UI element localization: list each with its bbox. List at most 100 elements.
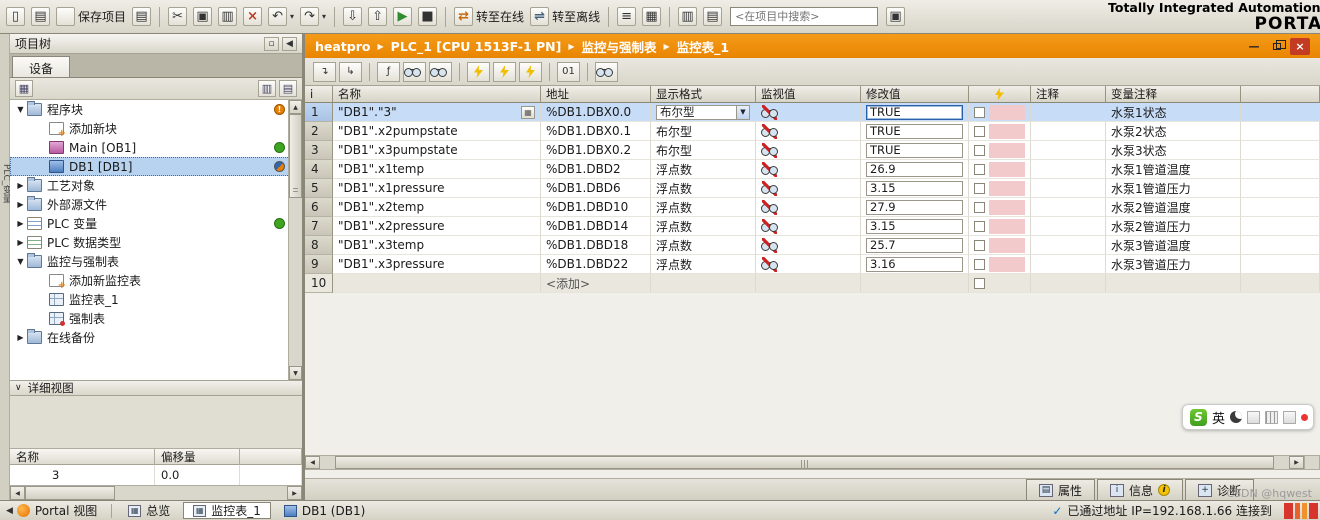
details-view-header[interactable]: ∨ 详细视图 bbox=[10, 380, 302, 396]
start-cpu-button[interactable]: ▶ bbox=[391, 6, 414, 27]
close-button[interactable]: × bbox=[1290, 37, 1310, 55]
comment-cell[interactable] bbox=[1031, 217, 1106, 236]
tree-item-db1[interactable]: DB1 [DB1] bbox=[10, 157, 302, 176]
go-online-button[interactable]: ⇄ 转至在线 bbox=[452, 6, 526, 27]
modify-cell[interactable]: 3.15 bbox=[861, 217, 969, 236]
modify-value-input[interactable]: 3.16 bbox=[866, 256, 963, 272]
format-cell[interactable]: 布尔型 ▼ bbox=[651, 103, 756, 122]
details-hscrollbar[interactable]: ◀ ▶ bbox=[10, 485, 302, 500]
format-cell[interactable]: 浮点数 bbox=[651, 217, 756, 236]
modify-selected-icon[interactable] bbox=[467, 61, 490, 82]
format-cell[interactable]: 布尔型 bbox=[651, 122, 756, 141]
details-col-offset[interactable]: 偏移量 bbox=[155, 449, 240, 465]
col-name[interactable]: 名称 bbox=[333, 86, 541, 103]
modify-value-input[interactable]: 3.15 bbox=[866, 218, 963, 234]
modify-value-input[interactable]: 26.9 bbox=[866, 161, 963, 177]
modify-with-trigger-icon[interactable] bbox=[519, 61, 542, 82]
address-cell[interactable]: %DB1.DBX0.1 bbox=[541, 122, 651, 141]
monitor-cell[interactable] bbox=[756, 255, 861, 274]
modify-trigger-cell[interactable] bbox=[969, 217, 1031, 236]
modify-checkbox[interactable] bbox=[974, 106, 985, 118]
monitor-cell[interactable] bbox=[756, 103, 861, 122]
modify-cell[interactable]: TRUE bbox=[861, 122, 969, 141]
format-dropdown[interactable]: 布尔型 ▼ bbox=[656, 104, 750, 120]
save-project-button[interactable]: 保存项目 bbox=[54, 6, 128, 27]
tree-item-watch-force-tables[interactable]: ▼ 监控与强制表 bbox=[10, 252, 302, 271]
modify-trigger-cell[interactable] bbox=[969, 103, 1031, 122]
tree-item-main-ob1[interactable]: Main [OB1] bbox=[10, 138, 302, 157]
expander-icon[interactable]: ▶ bbox=[14, 333, 27, 342]
statusbar-tab-overview[interactable]: ▦ 总览 bbox=[118, 502, 180, 519]
expander-icon[interactable]: ▶ bbox=[14, 219, 27, 228]
modify-trigger-cell[interactable] bbox=[969, 198, 1031, 217]
name-cell[interactable]: "DB1".x1temp bbox=[333, 160, 541, 179]
sogou-logo-icon[interactable]: S bbox=[1190, 408, 1207, 426]
tag-comment-cell[interactable]: 水泵1管道温度 bbox=[1106, 160, 1241, 179]
name-cell[interactable]: "DB1".x3temp bbox=[333, 236, 541, 255]
modify-cell[interactable] bbox=[861, 274, 969, 293]
stop-cpu-button[interactable]: ■ bbox=[416, 6, 439, 27]
details-view-icon[interactable]: ▥ bbox=[258, 80, 276, 97]
modify-trigger-cell[interactable] bbox=[969, 141, 1031, 160]
start-simulation-button[interactable]: ▦ bbox=[640, 6, 663, 27]
comment-cell[interactable] bbox=[1031, 122, 1106, 141]
scroll-up-icon[interactable]: ▲ bbox=[289, 100, 302, 114]
scroll-left-icon[interactable]: ◀ bbox=[10, 486, 25, 500]
ime-language-toggle[interactable]: 英 bbox=[1212, 408, 1225, 427]
tree-filter-icon[interactable]: ▦ bbox=[15, 80, 33, 97]
row-number[interactable]: 5 bbox=[305, 179, 333, 198]
tag-comment-cell[interactable]: 水泵1状态 bbox=[1106, 103, 1241, 122]
format-cell[interactable] bbox=[651, 274, 756, 293]
expander-icon[interactable]: ▶ bbox=[14, 200, 27, 209]
comment-cell[interactable] bbox=[1031, 255, 1106, 274]
modify-trigger-cell[interactable] bbox=[969, 236, 1031, 255]
pin-icon[interactable]: ▫ bbox=[264, 36, 279, 51]
open-editor-icon[interactable]: ▤ bbox=[279, 80, 297, 97]
breadcrumb-item[interactable]: PLC_1 [CPU 1513F-1 PN] bbox=[391, 39, 562, 54]
monitor-once-icon[interactable] bbox=[429, 61, 452, 82]
paste-button[interactable]: ▥ bbox=[216, 6, 239, 27]
modify-value-input[interactable]: TRUE bbox=[866, 142, 963, 158]
expander-icon[interactable]: ▶ bbox=[14, 181, 27, 190]
modify-checkbox[interactable] bbox=[974, 220, 985, 232]
statusbar-tab-watch-table-1[interactable]: ▦ 监控表_1 bbox=[183, 502, 271, 519]
comment-cell[interactable] bbox=[1031, 198, 1106, 217]
modify-checkbox[interactable] bbox=[974, 239, 985, 251]
scroll-left-icon[interactable]: ◀ bbox=[305, 456, 320, 469]
tree-item-add-watch-table[interactable]: 添加新监控表 bbox=[10, 271, 302, 291]
modify-checkbox[interactable] bbox=[974, 125, 985, 137]
row-number[interactable]: 8 bbox=[305, 236, 333, 255]
modify-cell[interactable]: TRUE bbox=[861, 141, 969, 160]
tree-item-online-backups[interactable]: ▶ 在线备份 bbox=[10, 328, 302, 347]
address-cell[interactable]: %DB1.DBD2 bbox=[541, 160, 651, 179]
scroll-down-icon[interactable]: ▼ bbox=[289, 366, 302, 380]
print-button[interactable]: ▤ bbox=[130, 6, 153, 27]
breadcrumb-item[interactable]: 监控表_1 bbox=[677, 37, 729, 56]
modify-cell[interactable]: 3.16 bbox=[861, 255, 969, 274]
comment-cell[interactable] bbox=[1031, 236, 1106, 255]
scroll-right-icon[interactable]: ▶ bbox=[287, 486, 302, 500]
download-to-device-button[interactable]: ⇩ bbox=[341, 6, 364, 27]
scrollbar-thumb[interactable] bbox=[335, 456, 1274, 469]
modify-trigger-cell[interactable] bbox=[969, 179, 1031, 198]
scrollbar-thumb[interactable] bbox=[25, 486, 115, 500]
minimize-button[interactable]: — bbox=[1244, 38, 1264, 55]
address-cell[interactable]: %DB1.DBD6 bbox=[541, 179, 651, 198]
format-cell[interactable]: 浮点数 bbox=[651, 236, 756, 255]
tag-comment-cell[interactable]: 水泵2管道温度 bbox=[1106, 198, 1241, 217]
modify-trigger-cell[interactable] bbox=[969, 274, 1031, 293]
format-cell[interactable]: 浮点数 bbox=[651, 255, 756, 274]
scrollbar-track[interactable] bbox=[25, 486, 287, 500]
modify-value-input[interactable]: TRUE bbox=[866, 123, 963, 139]
row-number[interactable]: 4 bbox=[305, 160, 333, 179]
comment-cell[interactable] bbox=[1031, 274, 1106, 293]
comment-cell[interactable] bbox=[1031, 141, 1106, 160]
comment-cell[interactable] bbox=[1031, 160, 1106, 179]
tree-item-plc-tags[interactable]: ▶ PLC 变量 bbox=[10, 214, 302, 233]
col-modify-trigger[interactable] bbox=[969, 86, 1031, 103]
monitor-cell[interactable] bbox=[756, 236, 861, 255]
moon-icon[interactable] bbox=[1230, 411, 1243, 423]
expander-icon[interactable]: ▼ bbox=[14, 105, 27, 114]
delete-button[interactable]: × bbox=[241, 6, 264, 27]
ime-bar[interactable]: S 英 bbox=[1182, 404, 1314, 430]
